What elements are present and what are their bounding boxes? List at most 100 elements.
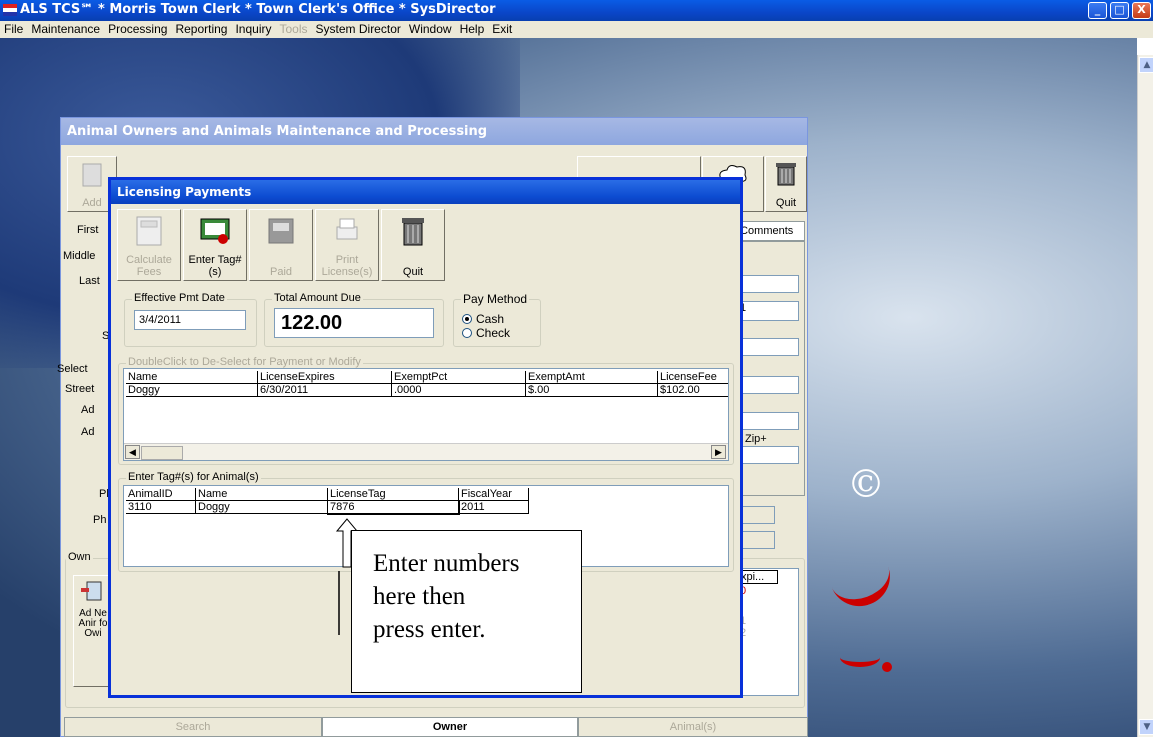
col-animal-id[interactable]: AnimalID bbox=[126, 488, 196, 501]
red-dot bbox=[882, 662, 892, 672]
table-row[interactable]: 3110 Doggy 7876 2011 bbox=[124, 500, 544, 515]
total-amount-due-field: 122.00 bbox=[274, 308, 434, 338]
col-exempt-pct[interactable]: ExemptPct bbox=[392, 371, 526, 384]
pay-method-group: Pay Method Cash Check bbox=[453, 292, 541, 347]
grid-header[interactable]: xpi... bbox=[738, 570, 778, 584]
enter-tags-button[interactable]: Enter Tag#(s) bbox=[183, 209, 247, 281]
owners-window-title: Animal Owners and Animals Maintenance an… bbox=[61, 118, 807, 145]
calculator-icon bbox=[136, 216, 162, 246]
license-tag-input[interactable]: 7876 bbox=[327, 500, 460, 515]
payment-grid[interactable]: Name LicenseExpires ExemptPct ExemptAmt … bbox=[123, 368, 729, 461]
pay-method-cash[interactable]: Cash bbox=[462, 312, 504, 326]
restore-button[interactable]: □ bbox=[1110, 2, 1129, 19]
col-license-fee[interactable]: LicenseFee bbox=[658, 371, 728, 384]
col-fiscal-year[interactable]: FiscalYear bbox=[459, 488, 529, 501]
cash-radio[interactable] bbox=[462, 314, 472, 324]
scroll-left-arrow[interactable]: ◀ bbox=[125, 445, 140, 459]
payment-grid-hscroll[interactable]: ◀ ▶ bbox=[124, 443, 728, 460]
table-row[interactable]: Doggy 6/30/2011 .0000 $.00 $102.00 bbox=[124, 384, 728, 397]
effective-pmt-date-group: Effective Pmt Date 3/4/2011 bbox=[124, 292, 257, 347]
register-icon bbox=[268, 218, 294, 244]
address2-label: Ad bbox=[81, 426, 95, 438]
tag-grid-header: AnimalID Name LicenseTag FiscalYear bbox=[124, 488, 544, 501]
tag-group-caption: Enter Tag#(s) for Animal(s) bbox=[126, 471, 261, 483]
callout-line: Enter numbers bbox=[373, 550, 520, 577]
scroll-down-arrow[interactable]: ▼ bbox=[1139, 719, 1153, 735]
first-label: First bbox=[77, 224, 99, 236]
app-title-bar: ALS TCS℠ * Morris Town Clerk * Town Cler… bbox=[0, 0, 1153, 21]
payment-group-caption: DoubleClick to De-Select for Payment or … bbox=[126, 356, 363, 368]
cell-name: Doggy bbox=[196, 501, 328, 514]
owner-field[interactable] bbox=[737, 275, 799, 293]
owner-group-caption: Own bbox=[66, 551, 93, 563]
cell-animal-id: 3110 bbox=[126, 501, 196, 514]
scroll-up-arrow[interactable]: ▲ bbox=[1139, 57, 1153, 73]
callout-line: press enter. bbox=[373, 616, 486, 643]
menu-exit[interactable]: Exit bbox=[488, 22, 516, 36]
select-label: Select bbox=[57, 363, 88, 375]
tag-icon bbox=[200, 218, 230, 244]
menu-reporting[interactable]: Reporting bbox=[171, 22, 231, 36]
menu-system-director[interactable]: System Director bbox=[312, 22, 405, 36]
cell-exempt-pct: .0000 bbox=[392, 384, 526, 397]
quit-button[interactable]: Quit bbox=[381, 209, 445, 281]
app-title: ALS TCS℠ * Morris Town Clerk * Town Cler… bbox=[20, 2, 496, 17]
col-name[interactable]: Name bbox=[126, 371, 258, 384]
effective-pmt-date-caption: Effective Pmt Date bbox=[132, 292, 227, 304]
total-amount-due-group: Total Amount Due 122.00 bbox=[264, 292, 444, 347]
menu-maintenance[interactable]: Maintenance bbox=[27, 22, 104, 36]
red-swoosh bbox=[840, 648, 880, 667]
paid-button[interactable]: Paid bbox=[249, 209, 313, 281]
calculate-fees-button[interactable]: Calculate Fees bbox=[117, 209, 181, 281]
menu-window[interactable]: Window bbox=[405, 22, 456, 36]
col-license-expires[interactable]: LicenseExpires bbox=[258, 371, 392, 384]
cell-fiscal-year: 2011 bbox=[459, 501, 529, 514]
add-animal-icon bbox=[81, 581, 102, 601]
flag-icon bbox=[3, 4, 17, 16]
tab-owner[interactable]: Owner bbox=[322, 717, 578, 737]
col-name[interactable]: Name bbox=[196, 488, 328, 501]
add-new-animal-button[interactable]: Ad Ne Anir fo Owi bbox=[73, 575, 113, 687]
owners-quit-button[interactable]: Quit bbox=[765, 156, 807, 212]
owner-field[interactable] bbox=[737, 412, 799, 430]
owner-animals-grid[interactable]: xpi... 0 1 2 bbox=[737, 568, 799, 696]
red-swoosh bbox=[821, 539, 899, 615]
scroll-thumb[interactable] bbox=[141, 446, 183, 460]
cell-name: Doggy bbox=[126, 384, 258, 397]
trash-icon bbox=[776, 163, 796, 186]
zip-field[interactable] bbox=[737, 446, 799, 464]
col-exempt-amt[interactable]: ExemptAmt bbox=[526, 371, 658, 384]
menu-processing[interactable]: Processing bbox=[104, 22, 171, 36]
callout-line: here then bbox=[373, 583, 466, 610]
cell-license-fee: $102.00 bbox=[658, 384, 728, 397]
pay-method-check[interactable]: Check bbox=[462, 326, 510, 340]
owner-field[interactable] bbox=[737, 338, 799, 356]
scroll-right-arrow[interactable]: ▶ bbox=[711, 445, 726, 459]
owner-field[interactable] bbox=[737, 376, 799, 394]
licensing-dialog-title: Licensing Payments bbox=[111, 180, 740, 204]
cell-exempt-amt: $.00 bbox=[526, 384, 658, 397]
minimize-button[interactable]: _ bbox=[1088, 2, 1107, 19]
menu-inquiry[interactable]: Inquiry bbox=[231, 22, 275, 36]
vertical-scrollbar[interactable]: ▲ ▼ bbox=[1137, 55, 1153, 737]
menu-help[interactable]: Help bbox=[456, 22, 489, 36]
add-icon bbox=[82, 163, 102, 187]
payment-grid-header: Name LicenseExpires ExemptPct ExemptAmt … bbox=[124, 371, 728, 384]
print-licenses-button[interactable]: Print License(s) bbox=[315, 209, 379, 281]
tab-search[interactable]: Search bbox=[64, 717, 322, 737]
effective-pmt-date-input[interactable]: 3/4/2011 bbox=[134, 310, 246, 330]
col-license-tag[interactable]: LicenseTag bbox=[328, 488, 459, 501]
copyright-symbol: © bbox=[847, 462, 885, 506]
street-label: Street bbox=[65, 383, 95, 395]
phone2-label: Ph bbox=[93, 514, 107, 526]
address1-label: Ad bbox=[81, 404, 95, 416]
tab-animals[interactable]: Animal(s) bbox=[578, 717, 808, 737]
total-amount-due-caption: Total Amount Due bbox=[272, 292, 363, 304]
owner-field[interactable]: 1 bbox=[737, 301, 799, 321]
check-radio[interactable] bbox=[462, 328, 472, 338]
trash-icon bbox=[402, 218, 424, 246]
close-button[interactable]: X bbox=[1132, 2, 1151, 19]
cell-license-expires: 6/30/2011 bbox=[258, 384, 392, 397]
menu-file[interactable]: File bbox=[0, 22, 27, 36]
menu-bar: File Maintenance Processing Reporting Inquir… bbox=[0, 21, 1153, 38]
